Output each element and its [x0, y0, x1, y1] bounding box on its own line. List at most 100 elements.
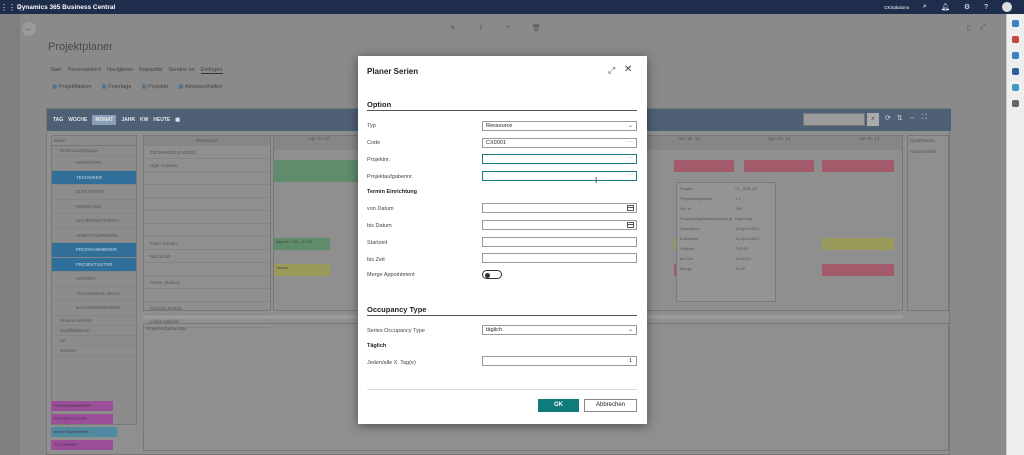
add-icon[interactable]: +: [506, 24, 510, 32]
expand-icon[interactable]: ⤢: [608, 65, 615, 76]
tree-node[interactable]: Gesamt: [52, 346, 136, 356]
bis-datum-field[interactable]: [482, 220, 637, 230]
code-field[interactable]: CX0001 ···: [482, 138, 637, 148]
appointment-bar[interactable]: [744, 160, 814, 172]
resize-icon[interactable]: ↔: [909, 114, 916, 122]
extension-icon[interactable]: [1012, 52, 1019, 59]
filter-tag[interactable]: PROJEKTLEITER: [51, 414, 113, 424]
jeden-field[interactable]: 1: [482, 356, 637, 366]
ok-button[interactable]: OK: [538, 399, 579, 412]
search-icon[interactable]: ⌕: [923, 3, 927, 11]
merge-appointment-toggle[interactable]: [482, 270, 502, 279]
tree-node[interactable]: Art: [52, 336, 136, 346]
projektaufgabennr-field[interactable]: ···: [482, 171, 637, 181]
resource-row[interactable]: [144, 185, 270, 198]
typ-select[interactable]: Ressource ⌄: [482, 121, 637, 131]
delete-icon[interactable]: 🗑︎: [532, 24, 541, 32]
gear-icon[interactable]: ⚙: [964, 3, 970, 11]
tree-node[interactable]: BAUUNTERNEHMER: [52, 301, 136, 316]
tree-node[interactable]: PROGRAMMIERER: [52, 243, 136, 258]
tree-node[interactable]: Ressourcenliste: [52, 316, 136, 326]
resource-row[interactable]: Carter Jackson: [144, 276, 270, 289]
bell-icon[interactable]: 🔔︎: [941, 3, 950, 11]
menu-item[interactable]: Kapazität: [139, 67, 162, 74]
action-projektfarben[interactable]: Projektfarben: [52, 84, 92, 90]
lookup-icon[interactable]: ···: [627, 154, 633, 162]
app-launcher-icon[interactable]: ⋮⋮⋮: [0, 3, 24, 12]
calendar-icon[interactable]: ▦: [175, 117, 180, 123]
resource-row[interactable]: Franz Amann: [144, 237, 270, 250]
appointment-bar[interactable]: [822, 238, 894, 250]
action-projekte[interactable]: Projekte: [141, 84, 168, 90]
expand-icon[interactable]: ⤢: [980, 24, 986, 32]
close-icon[interactable]: ✕: [624, 64, 632, 75]
bis-zeit-field[interactable]: [482, 253, 637, 263]
von-datum-field[interactable]: [482, 203, 637, 213]
menu-item[interactable]: Start: [50, 67, 62, 74]
menu-item[interactable]: Navigieren: [107, 67, 133, 74]
tree-node[interactable]: PROJEKTLEITER: [52, 257, 136, 272]
tree-node[interactable]: SICHERHEITSTECH...: [52, 214, 136, 229]
lookup-icon[interactable]: ···: [627, 138, 633, 146]
extension-icon[interactable]: [1012, 36, 1019, 43]
tree-node[interactable]: REINIGUNG: [52, 200, 136, 214]
extension-icon[interactable]: [1012, 100, 1019, 107]
projektnr-field[interactable]: ···: [482, 154, 637, 164]
action-abwesenheiten[interactable]: Abwesenheiten: [178, 84, 223, 90]
resource-row[interactable]: [144, 289, 270, 302]
appointment-bar[interactable]: [822, 264, 894, 276]
calendar-icon[interactable]: [627, 222, 634, 228]
search-icon[interactable]: ⌕: [867, 113, 879, 126]
tree-node[interactable]: MAURER: [52, 272, 136, 287]
appointment-bar[interactable]: Tag frei 7:30 – 13:30: [274, 238, 330, 250]
tree-node[interactable]: TECHNIKER: [52, 170, 136, 185]
tree-node[interactable]: ELEKTRIKER: [52, 185, 136, 200]
tree-node[interactable]: Qualifikationen: [52, 326, 136, 336]
resource-row[interactable]: [144, 198, 270, 211]
appointment-bar[interactable]: Termin: [274, 264, 330, 276]
tree-node[interactable]: TECHNISCHE ZEICH...: [52, 287, 136, 301]
startzeit-field[interactable]: [482, 237, 637, 247]
company-name[interactable]: CKSolutions: [884, 5, 909, 10]
extension-icon[interactable]: [1012, 84, 1019, 91]
view-button[interactable]: JAHR: [121, 117, 135, 123]
filter-tag[interactable]: PROGRAMMIERER: [51, 401, 113, 411]
cancel-button[interactable]: Abbrechen: [584, 399, 637, 412]
action-feiertage[interactable]: Feiertage: [101, 84, 131, 90]
appointment-bar[interactable]: [274, 160, 370, 182]
filter-tag[interactable]: TECHNIKER: [51, 440, 113, 450]
resource-row[interactable]: [144, 224, 270, 237]
refresh-icon[interactable]: ⟳: [885, 114, 891, 122]
resource-row[interactable]: Ugur Ozkeser: [144, 159, 270, 172]
planner-search-input[interactable]: [803, 113, 865, 126]
filter-tag[interactable]: Innere Sicherheiten: [51, 427, 117, 437]
tree-node[interactable]: Ressourcengruppe: [52, 146, 136, 156]
avatar[interactable]: [1002, 2, 1012, 12]
view-button[interactable]: WOCHE: [68, 117, 87, 123]
view-button[interactable]: HEUTE: [153, 117, 170, 123]
series-occupancy-select[interactable]: täglich ⌄: [482, 325, 637, 335]
view-button[interactable]: TAG: [53, 117, 63, 123]
resource-group-row[interactable]: TECHNIKER (CX0002): [144, 146, 270, 159]
fullscreen-icon[interactable]: ⛶: [922, 114, 927, 122]
resource-row[interactable]: Dominik Möhrle: [144, 302, 270, 315]
back-button[interactable]: ←: [22, 22, 36, 36]
resource-row[interactable]: [144, 263, 270, 276]
edit-icon[interactable]: ✎: [450, 24, 456, 32]
menu-item[interactable]: Senden an: [168, 67, 195, 74]
lookup-icon[interactable]: ···: [627, 171, 633, 179]
view-button[interactable]: KW: [140, 117, 148, 123]
calendar-icon[interactable]: [627, 205, 634, 211]
sort-icon[interactable]: ⇅: [897, 114, 903, 122]
view-button[interactable]: MONAT: [92, 115, 117, 125]
menu-item[interactable]: Personalisiert: [68, 67, 101, 74]
menu-item[interactable]: Einfügen: [200, 67, 223, 74]
bookmark-icon[interactable]: ▯: [967, 24, 971, 32]
extension-icon[interactable]: [1012, 68, 1019, 75]
resource-row[interactable]: [144, 172, 270, 185]
tree-node[interactable]: MONTEURE: [52, 156, 136, 171]
resource-row[interactable]: [144, 211, 270, 224]
appointment-bar[interactable]: [674, 160, 734, 172]
qualifications-item[interactable]: Abwesenheit: [910, 149, 946, 154]
tree-node[interactable]: ARBEITSVORBERE...: [52, 229, 136, 243]
